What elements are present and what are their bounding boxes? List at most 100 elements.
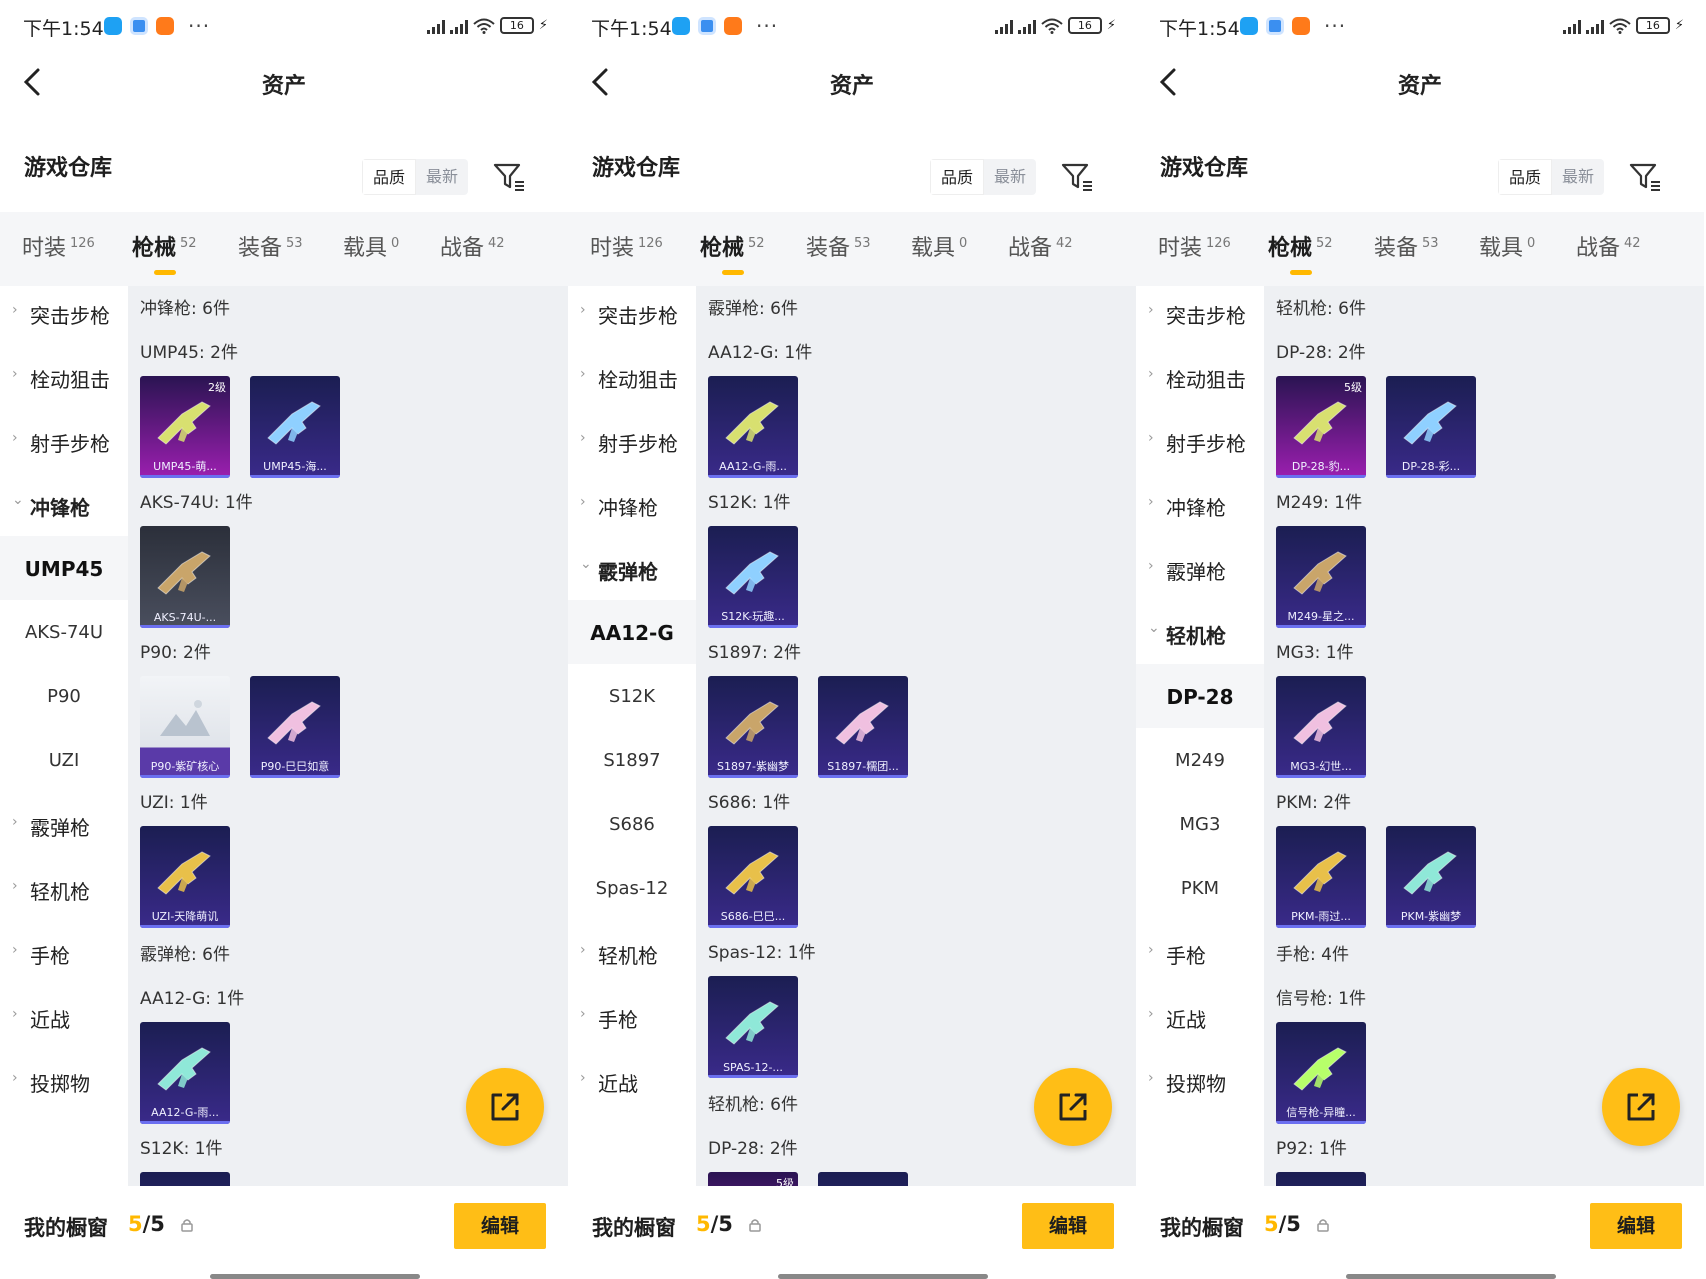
tab-supplies[interactable]: 战备 42 [440,230,505,262]
share-button[interactable] [1602,1068,1680,1146]
tab-vehicles[interactable]: 载具 0 [1479,230,1535,262]
tab-vehicles[interactable]: 载具 0 [343,230,399,262]
tab-gear[interactable]: 装备 53 [238,230,303,262]
item-card[interactable]: S686-巳巳... [708,826,798,928]
sidebar-category[interactable]: › 射手步枪 [0,408,128,472]
share-button[interactable] [1034,1068,1112,1146]
sort-quality-option[interactable]: 品质 [362,159,417,195]
sidebar-category[interactable]: › 手枪 [0,920,128,984]
sidebar-category[interactable]: › 冲锋枪 [568,472,696,536]
sort-segment[interactable]: 品质 最新 [362,159,469,195]
item-card[interactable]: 信号枪-异瞳... [1276,1022,1366,1124]
home-indicator[interactable] [210,1274,420,1279]
item-card[interactable]: MG3-幻世... [1276,676,1366,778]
sidebar-category[interactable]: › 投掷物 [0,1048,128,1112]
sidebar-subitem[interactable]: S1897 [568,728,696,792]
sidebar-category[interactable]: › 手枪 [568,984,696,1048]
sidebar-category[interactable]: ⌄ 冲锋枪 [0,472,128,536]
tab-supplies[interactable]: 战备 42 [1576,230,1641,262]
sort-quality-option[interactable]: 品质 [1498,159,1553,195]
sidebar-category[interactable]: › 突击步枪 [1136,280,1264,344]
tab-gear[interactable]: 装备 53 [1374,230,1439,262]
filter-icon[interactable] [492,161,526,193]
sidebar-category[interactable]: › 投掷物 [1136,1048,1264,1112]
tab-guns[interactable]: 枪械 52 [700,230,765,275]
item-card[interactable]: S12K-玩趣... [708,526,798,628]
sidebar-subitem[interactable]: UZI [0,728,128,792]
sidebar-category[interactable]: › 轻机枪 [568,920,696,984]
item-card[interactable]: PKM-雨过... [1276,826,1366,928]
sort-segment[interactable]: 品质 最新 [930,159,1037,195]
share-button[interactable] [466,1068,544,1146]
sidebar-category[interactable]: › 霰弹枪 [0,792,128,856]
sidebar-category[interactable]: › 突击步枪 [568,280,696,344]
tab-fashion[interactable]: 时装 126 [590,230,663,262]
sidebar-category[interactable]: › 手枪 [1136,920,1264,984]
sidebar-category[interactable]: › 近战 [1136,984,1264,1048]
sort-segment[interactable]: 品质 最新 [1498,159,1605,195]
item-card[interactable]: UMP45-海... [250,376,340,478]
sort-quality-option[interactable]: 品质 [930,159,985,195]
sort-newest-option[interactable]: 最新 [984,159,1036,195]
item-card[interactable]: DP-28-彩... [1386,376,1476,478]
item-card[interactable]: 5级 [708,1172,798,1186]
sidebar-subitem[interactable]: Spas-12 [568,856,696,920]
sidebar-subitem[interactable]: AA12-G [568,600,696,664]
item-card[interactable]: AKS-74U-... [140,526,230,628]
sidebar-category[interactable]: ⌄ 霰弹枪 [568,536,696,600]
home-indicator[interactable] [1346,1274,1556,1279]
item-card[interactable]: AA12-G-雨... [708,376,798,478]
sort-newest-option[interactable]: 最新 [1552,159,1604,195]
item-card[interactable]: S1897-糯团... [818,676,908,778]
sidebar-category[interactable]: › 栓动狙击 [1136,344,1264,408]
sort-newest-option[interactable]: 最新 [416,159,468,195]
tab-supplies[interactable]: 战备 42 [1008,230,1073,262]
sidebar-category[interactable]: › 冲锋枪 [1136,472,1264,536]
sidebar-category[interactable]: › 射手步枪 [1136,408,1264,472]
sidebar-category[interactable]: › 近战 [568,1048,696,1112]
item-card[interactable]: AA12-G-雨... [140,1022,230,1124]
subcategory-sidebar: › 突击步枪 › 栓动狙击 › 射手步枪 ⌄ 冲锋枪 UMP45 AKS-74U P90 UZI › 霰弹… [0,286,128,1186]
sidebar-category[interactable]: › 突击步枪 [0,280,128,344]
sidebar-subitem[interactable]: M249 [1136,728,1264,792]
sidebar-category[interactable]: › 霰弹枪 [1136,536,1264,600]
edit-button[interactable]: 编辑 [1022,1203,1114,1249]
item-card[interactable]: P90-紫矿核心 [140,676,230,778]
sidebar-subitem[interactable]: DP-28 [1136,664,1264,728]
item-card[interactable] [1276,1172,1366,1186]
sidebar-subitem[interactable]: UMP45 [0,536,128,600]
filter-icon[interactable] [1628,161,1662,193]
sidebar-subitem[interactable]: PKM [1136,856,1264,920]
sidebar-subitem[interactable]: AKS-74U [0,600,128,664]
item-card[interactable]: SPAS-12-... [708,976,798,1078]
sidebar-subitem[interactable]: S12K [568,664,696,728]
sidebar-category[interactable]: ⌄ 轻机枪 [1136,600,1264,664]
home-indicator[interactable] [778,1274,988,1279]
tab-guns[interactable]: 枪械 52 [1268,230,1333,275]
item-card[interactable] [140,1172,230,1186]
item-card[interactable]: 5级 DP-28-豹... [1276,376,1366,478]
sidebar-category[interactable]: › 栓动狙击 [568,344,696,408]
tab-fashion[interactable]: 时装 126 [22,230,95,262]
tab-gear[interactable]: 装备 53 [806,230,871,262]
item-card[interactable] [818,1172,908,1186]
tab-guns[interactable]: 枪械 52 [132,230,197,275]
sidebar-category[interactable]: › 轻机枪 [0,856,128,920]
item-card[interactable]: PKM-紫幽梦 [1386,826,1476,928]
tab-vehicles[interactable]: 载具 0 [911,230,967,262]
sidebar-subitem[interactable]: P90 [0,664,128,728]
item-card[interactable]: UZI-天降萌讥 [140,826,230,928]
item-card[interactable]: P90-巳巳如意 [250,676,340,778]
sidebar-category[interactable]: › 射手步枪 [568,408,696,472]
edit-button[interactable]: 编辑 [1590,1203,1682,1249]
filter-icon[interactable] [1060,161,1094,193]
tab-fashion[interactable]: 时装 126 [1158,230,1231,262]
sidebar-category[interactable]: › 栓动狙击 [0,344,128,408]
item-card[interactable]: S1897-紫幽梦 [708,676,798,778]
sidebar-subitem[interactable]: MG3 [1136,792,1264,856]
edit-button[interactable]: 编辑 [454,1203,546,1249]
sidebar-category[interactable]: › 近战 [0,984,128,1048]
sidebar-subitem[interactable]: S686 [568,792,696,856]
item-card[interactable]: 2级 UMP45-萌... [140,376,230,478]
item-card[interactable]: M249-星之... [1276,526,1366,628]
